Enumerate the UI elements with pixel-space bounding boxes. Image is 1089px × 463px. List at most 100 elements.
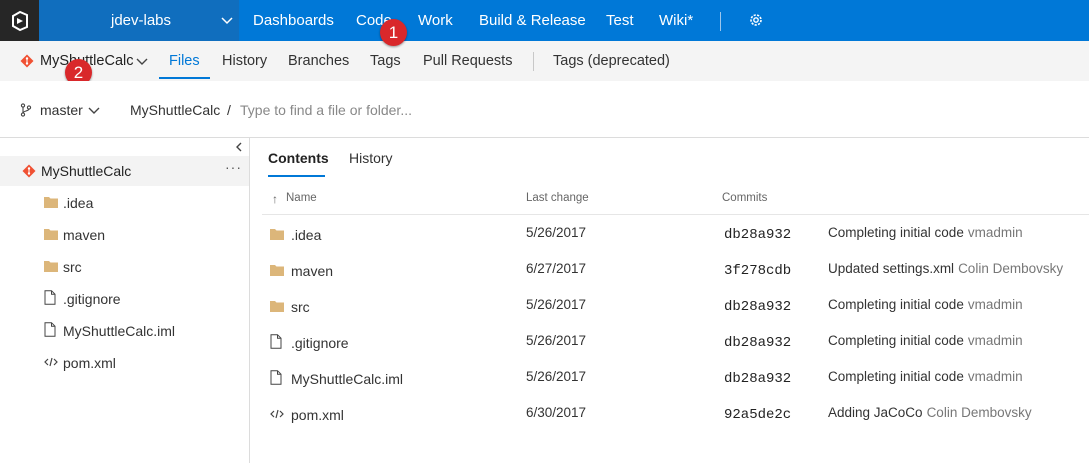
path-search-input[interactable] bbox=[240, 96, 640, 124]
tab-files[interactable]: Files bbox=[169, 53, 200, 69]
row-name[interactable]: .idea bbox=[291, 227, 321, 243]
active-tab-indicator bbox=[268, 175, 325, 177]
tree-item[interactable]: .idea bbox=[0, 188, 249, 218]
contents-pane: Contents History ↑ Name Last change Comm… bbox=[250, 138, 1089, 463]
vsts-logo[interactable] bbox=[0, 0, 39, 41]
row-commit-message: Completing initial code vmadmin bbox=[828, 369, 1023, 384]
commit-author: vmadmin bbox=[967, 333, 1023, 348]
tree-root[interactable]: MyShuttleCalc ··· bbox=[0, 156, 249, 186]
tab-pull-requests[interactable]: Pull Requests bbox=[423, 53, 512, 69]
commit-message-text: Completing initial code bbox=[828, 369, 964, 384]
row-commit-id[interactable]: db28a932 bbox=[724, 227, 791, 243]
commit-author: vmadmin bbox=[967, 297, 1023, 312]
file-icon bbox=[44, 290, 56, 305]
branch-bar: master MyShuttleCalc / bbox=[0, 81, 1089, 138]
sort-ascending-icon[interactable]: ↑ bbox=[272, 192, 278, 206]
chevron-down-icon[interactable] bbox=[136, 57, 148, 67]
nav-build-release[interactable]: Build & Release bbox=[479, 12, 586, 29]
file-tree: MyShuttleCalc ··· .idea maven src .gitig… bbox=[0, 138, 250, 463]
row-commit-message: Adding JaCoCo Colin Dembovsky bbox=[828, 405, 1032, 420]
code-file-icon bbox=[270, 409, 284, 419]
table-row[interactable]: maven 6/27/2017 3f278cdb Updated setting… bbox=[262, 252, 1089, 288]
gear-icon[interactable] bbox=[748, 12, 764, 28]
column-header-name[interactable]: Name bbox=[286, 192, 317, 204]
row-date: 5/26/2017 bbox=[526, 225, 587, 240]
nav-divider bbox=[720, 12, 721, 31]
tree-item-label: MyShuttleCalc.iml bbox=[63, 323, 176, 339]
table-row[interactable]: .idea 5/26/2017 db28a932 Completing init… bbox=[262, 216, 1089, 252]
row-name[interactable]: MyShuttleCalc.iml bbox=[291, 371, 403, 387]
tree-item[interactable]: .gitignore bbox=[0, 284, 249, 314]
row-date: 6/30/2017 bbox=[526, 405, 587, 420]
tab-branches[interactable]: Branches bbox=[288, 53, 349, 69]
code-file-icon bbox=[44, 357, 58, 367]
branch-selector[interactable]: master bbox=[40, 102, 83, 118]
commit-author: vmadmin bbox=[967, 225, 1023, 240]
header-divider bbox=[262, 214, 1089, 215]
row-date: 5/26/2017 bbox=[526, 297, 587, 312]
commit-message-text: Completing initial code bbox=[828, 333, 964, 348]
tree-item-label: pom.xml bbox=[63, 355, 116, 371]
row-commit-id[interactable]: db28a932 bbox=[724, 371, 791, 387]
nav-test[interactable]: Test bbox=[606, 12, 634, 29]
nav-wiki[interactable]: Wiki* bbox=[659, 12, 693, 29]
tree-item[interactable]: MyShuttleCalc.iml bbox=[0, 316, 249, 346]
tree-item-label: .gitignore bbox=[63, 291, 121, 307]
row-commit-message: Completing initial code vmadmin bbox=[828, 225, 1023, 240]
commit-message-text: Completing initial code bbox=[828, 297, 964, 312]
tree-item-label: maven bbox=[63, 227, 106, 243]
breadcrumb-repo[interactable]: MyShuttleCalc bbox=[130, 102, 220, 118]
column-header-last-change[interactable]: Last change bbox=[526, 192, 589, 204]
table-row[interactable]: pom.xml 6/30/2017 92a5de2c Adding JaCoCo… bbox=[262, 396, 1089, 432]
row-date: 5/26/2017 bbox=[526, 333, 587, 348]
vsts-logo-icon bbox=[11, 10, 28, 31]
tab-history[interactable]: History bbox=[222, 53, 267, 69]
row-commit-message: Completing initial code vmadmin bbox=[828, 297, 1023, 312]
tree-item[interactable]: src bbox=[0, 252, 249, 282]
tab-contents[interactable]: Contents bbox=[268, 150, 329, 166]
project-name: jdev-labs bbox=[111, 12, 172, 29]
tab-content-history[interactable]: History bbox=[349, 150, 393, 166]
file-icon bbox=[270, 370, 282, 385]
row-commit-message: Completing initial code vmadmin bbox=[828, 333, 1023, 348]
project-selector[interactable]: jdev-labs bbox=[39, 0, 239, 41]
file-icon bbox=[44, 322, 56, 337]
tab-tags-deprecated[interactable]: Tags (deprecated) bbox=[553, 53, 670, 69]
more-options-icon[interactable]: ··· bbox=[225, 159, 242, 175]
chevron-down-icon[interactable] bbox=[88, 106, 100, 116]
table-row[interactable]: .gitignore 5/26/2017 db28a932 Completing… bbox=[262, 324, 1089, 360]
row-name[interactable]: maven bbox=[291, 263, 333, 279]
folder-icon bbox=[270, 301, 284, 312]
table-row[interactable]: MyShuttleCalc.iml 5/26/2017 db28a932 Com… bbox=[262, 360, 1089, 396]
commit-message-text: Updated settings.xml bbox=[828, 261, 955, 276]
tree-item[interactable]: pom.xml bbox=[0, 348, 249, 378]
folder-icon bbox=[44, 261, 58, 272]
row-commit-id[interactable]: 3f278cdb bbox=[724, 263, 791, 279]
commit-author: Colin Dembovsky bbox=[926, 405, 1032, 420]
nav-work[interactable]: Work bbox=[418, 12, 453, 29]
git-repo-icon bbox=[22, 164, 36, 178]
row-commit-id[interactable]: db28a932 bbox=[724, 335, 791, 351]
row-date: 5/26/2017 bbox=[526, 369, 587, 384]
row-name[interactable]: src bbox=[291, 299, 310, 315]
active-tab-indicator bbox=[159, 77, 210, 79]
tab-tags[interactable]: Tags bbox=[370, 53, 401, 69]
tree-item[interactable]: maven bbox=[0, 220, 249, 250]
tree-item-label: src bbox=[63, 259, 82, 275]
column-header-commits[interactable]: Commits bbox=[722, 192, 767, 204]
table-row[interactable]: src 5/26/2017 db28a932 Completing initia… bbox=[262, 288, 1089, 324]
chevron-left-icon[interactable] bbox=[234, 142, 244, 152]
folder-icon bbox=[270, 265, 284, 276]
row-commit-id[interactable]: db28a932 bbox=[724, 299, 791, 315]
git-repo-icon bbox=[20, 54, 34, 68]
commit-message-text: Adding JaCoCo bbox=[828, 405, 923, 420]
folder-icon bbox=[44, 197, 58, 208]
chevron-down-icon bbox=[221, 17, 233, 25]
row-name[interactable]: pom.xml bbox=[291, 407, 344, 423]
folder-icon bbox=[270, 229, 284, 240]
row-name[interactable]: .gitignore bbox=[291, 335, 349, 351]
row-commit-id[interactable]: 92a5de2c bbox=[724, 407, 791, 423]
sub-nav: MyShuttleCalc Files History Branches Tag… bbox=[0, 41, 1089, 81]
nav-dashboards[interactable]: Dashboards bbox=[253, 12, 334, 29]
sub-nav-divider bbox=[533, 52, 534, 71]
